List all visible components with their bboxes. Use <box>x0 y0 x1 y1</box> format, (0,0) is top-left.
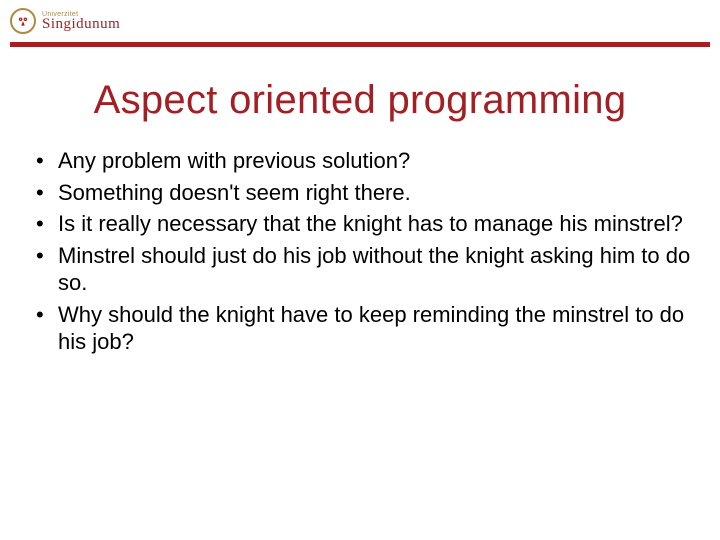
logo-name: Singidunum <box>42 17 120 32</box>
slide-header: Univerzitet Singidunum <box>0 0 720 60</box>
list-item: Is it really necessary that the knight h… <box>28 210 692 238</box>
bullet-list: Any problem with previous solution? Some… <box>28 147 692 356</box>
logo-emblem-icon <box>10 8 36 34</box>
list-item: Why should the knight have to keep remin… <box>28 301 692 356</box>
university-logo: Univerzitet Singidunum <box>10 8 120 34</box>
header-divider <box>10 42 710 47</box>
list-item: Minstrel should just do his job without … <box>28 242 692 297</box>
slide: Univerzitet Singidunum Aspect oriented p… <box>0 0 720 540</box>
list-item: Any problem with previous solution? <box>28 147 692 175</box>
slide-content: Any problem with previous solution? Some… <box>28 147 692 356</box>
list-item: Something doesn't seem right there. <box>28 179 692 207</box>
slide-title: Aspect oriented programming <box>30 78 690 123</box>
owl-icon <box>16 14 30 28</box>
logo-text: Univerzitet Singidunum <box>42 11 120 32</box>
